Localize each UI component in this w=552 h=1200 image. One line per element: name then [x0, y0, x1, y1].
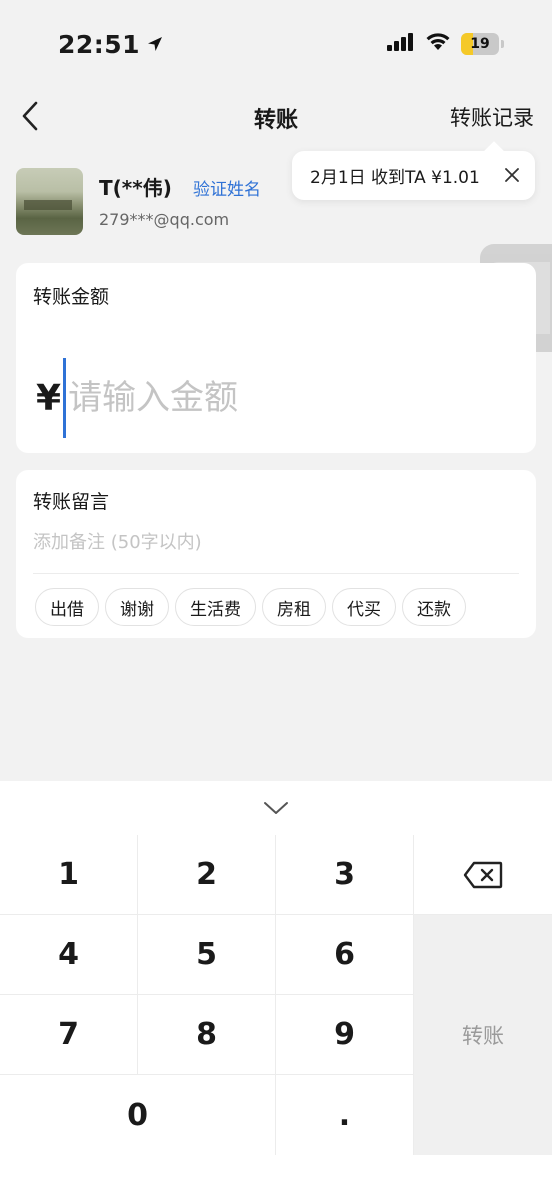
- message-input[interactable]: [33, 532, 513, 553]
- keypad: 1 2 3 4 5 6 7 8 9 0 . 转账: [0, 835, 552, 1155]
- key-5[interactable]: 5: [138, 915, 275, 994]
- divider: [33, 573, 519, 574]
- status-icons: 19: [387, 32, 504, 55]
- chevron-down-icon: [264, 802, 288, 814]
- recent-transfer-tooltip[interactable]: 2月1日 收到TA ¥1.01: [292, 151, 535, 200]
- chip-repayment[interactable]: 还款: [402, 588, 466, 626]
- back-button[interactable]: [12, 96, 48, 136]
- chip-rent[interactable]: 房租: [262, 588, 326, 626]
- close-icon[interactable]: [501, 164, 523, 186]
- chip-thanks[interactable]: 谢谢: [105, 588, 169, 626]
- key-9[interactable]: 9: [276, 995, 413, 1074]
- keyboard-collapse-button[interactable]: [0, 781, 552, 835]
- nav-bar: 转账 转账记录: [0, 90, 552, 144]
- chip-purchase-on-behalf[interactable]: 代买: [332, 588, 396, 626]
- key-8[interactable]: 8: [138, 995, 275, 1074]
- avatar[interactable]: [16, 168, 83, 235]
- numeric-keyboard: 1 2 3 4 5 6 7 8 9 0 . 转账: [0, 781, 552, 1200]
- key-6[interactable]: 6: [276, 915, 413, 994]
- key-dot[interactable]: .: [276, 1075, 413, 1155]
- quick-message-chips: 出借 谢谢 生活费 房租 代买 还款: [35, 588, 466, 626]
- amount-row: ¥: [36, 358, 469, 438]
- currency-symbol: ¥: [36, 377, 62, 419]
- key-1[interactable]: 1: [0, 835, 137, 914]
- status-time: 22:51: [58, 30, 164, 59]
- verify-name-link[interactable]: 验证姓名: [193, 175, 261, 200]
- payee-info: T(**伟) 验证姓名 279***@qq.com: [16, 168, 316, 236]
- amount-input[interactable]: [68, 378, 469, 418]
- tooltip-text: 2月1日 收到TA ¥1.01: [310, 168, 480, 188]
- battery-level: 19: [470, 35, 490, 52]
- backspace-icon: [463, 861, 503, 888]
- wifi-icon: [425, 32, 451, 55]
- status-time-text: 22:51: [58, 30, 141, 59]
- amount-label: 转账金额: [33, 286, 110, 308]
- chevron-left-icon: [22, 101, 38, 131]
- text-caret: [63, 358, 67, 438]
- transfer-record-link[interactable]: 转账记录: [450, 102, 534, 132]
- chip-living-expenses[interactable]: 生活费: [175, 588, 256, 626]
- key-2[interactable]: 2: [138, 835, 275, 914]
- backspace-key[interactable]: [414, 835, 552, 914]
- battery-icon: 19: [461, 32, 504, 55]
- key-4[interactable]: 4: [0, 915, 137, 994]
- amount-card: 转账金额 ¥: [16, 263, 536, 453]
- key-3[interactable]: 3: [276, 835, 413, 914]
- payee-account: 279***@qq.com: [99, 210, 230, 229]
- keyboard-bottom-area: [0, 1155, 552, 1200]
- signal-icon: [387, 32, 415, 55]
- location-arrow-icon: [146, 30, 164, 59]
- message-label: 转账留言: [33, 491, 110, 513]
- key-7[interactable]: 7: [0, 995, 137, 1074]
- payee-name: T(**伟): [99, 176, 172, 200]
- key-0[interactable]: 0: [0, 1075, 275, 1155]
- message-card: 转账留言 出借 谢谢 生活费 房租 代买 还款: [16, 470, 536, 638]
- status-bar: 22:51 19: [0, 0, 552, 80]
- chip-lend[interactable]: 出借: [35, 588, 99, 626]
- transfer-confirm-button[interactable]: 转账: [414, 915, 552, 1155]
